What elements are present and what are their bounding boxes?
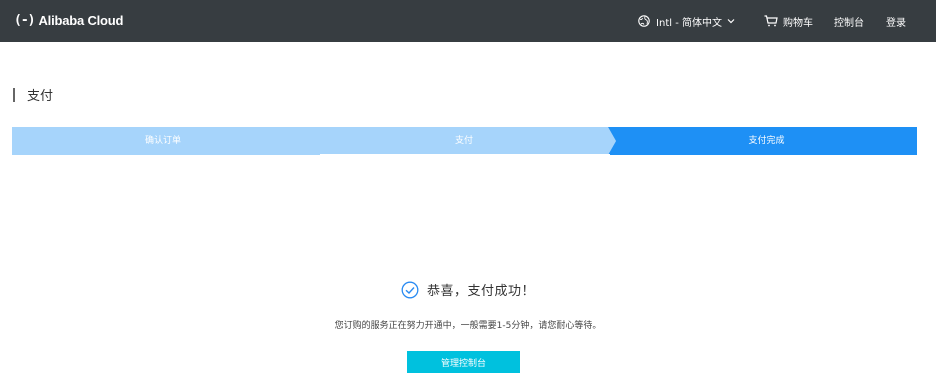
alibaba-cloud-logo[interactable]: (-) Alibaba Cloud: [14, 13, 123, 28]
chevron-down-icon: [727, 19, 735, 24]
step-payment-complete: 支付完成: [748, 136, 785, 146]
top-navigation-bar: (-) Alibaba Cloud Intl - 简体中文 购物车 控制台 登录: [0, 0, 936, 42]
region-language-selector[interactable]: Intl - 简体中文: [638, 0, 741, 42]
activation-note: 您订购的服务正在努力开通中，一般需要1-5分钟，请您耐心等待。: [334, 321, 602, 331]
check-circle-icon: [401, 281, 419, 298]
logo-text: Alibaba Cloud: [38, 13, 124, 28]
login-link[interactable]: 登录: [886, 0, 906, 42]
console-label: 控制台: [834, 17, 864, 29]
cart-link[interactable]: 购物车: [764, 0, 813, 42]
payment-success-banner: 恭喜，支付成功！: [0, 280, 936, 299]
cart-icon: [764, 15, 778, 27]
globe-icon: [638, 15, 650, 27]
cart-label: 购物车: [783, 17, 813, 29]
checkout-progress-steps: 确认订单 支付 支付完成: [12, 127, 917, 155]
console-link[interactable]: 控制台: [834, 0, 864, 42]
page-title: 支付: [13, 85, 53, 104]
page-title-text: 支付: [27, 89, 54, 104]
login-label: 登录: [886, 17, 906, 29]
logo-mark: (-): [14, 13, 36, 28]
top-nav-links: Intl - 简体中文 购物车 控制台 登录: [638, 0, 936, 42]
step-confirm-order: 确认订单: [144, 136, 181, 146]
region-language-label: Intl - 简体中文: [656, 17, 722, 29]
step-payment: 支付: [454, 136, 473, 146]
title-accent-bar: [13, 87, 15, 102]
success-message: 恭喜，支付成功！: [426, 284, 535, 299]
